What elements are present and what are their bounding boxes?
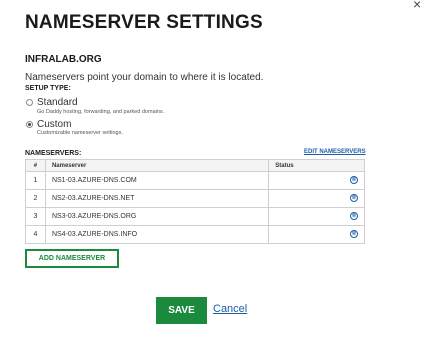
row-number: 2 bbox=[25, 189, 46, 208]
row-status: ⊗ bbox=[268, 207, 365, 226]
radio-standard-label: Standard bbox=[37, 97, 78, 108]
row-status: ⊗ bbox=[268, 189, 365, 208]
row-nameserver: NS2-03.AZURE-DNS.NET bbox=[44, 189, 270, 208]
radio-custom-control[interactable] bbox=[26, 121, 33, 128]
setup-type-label: SETUP TYPE: bbox=[25, 85, 71, 92]
radio-standard-sublabel: Go Daddy hosting, forwarding, and parked… bbox=[37, 109, 165, 115]
nameserver-table: # Nameserver Status 1 NS1-03.AZURE-DNS.C… bbox=[25, 159, 365, 244]
radio-standard[interactable]: Standard bbox=[26, 97, 78, 108]
domain-name: INFRALAB.ORG bbox=[25, 54, 102, 65]
row-status: ⊗ bbox=[268, 171, 365, 190]
dialog-description: Nameservers point your domain to where i… bbox=[25, 72, 264, 83]
table-row: 4 NS4-03.AZURE-DNS.INFO ⊗ bbox=[25, 225, 365, 244]
table-header-row: # Nameserver Status bbox=[25, 159, 365, 172]
column-header-status: Status bbox=[268, 159, 365, 172]
row-nameserver: NS4-03.AZURE-DNS.INFO bbox=[44, 225, 270, 244]
row-nameserver: NS1-03.AZURE-DNS.COM bbox=[44, 171, 270, 190]
nameservers-label: NAMESERVERS: bbox=[25, 150, 82, 157]
row-nameserver: NS3-03.AZURE-DNS.ORG bbox=[44, 207, 270, 226]
column-header-number: # bbox=[25, 159, 46, 172]
table-row: 1 NS1-03.AZURE-DNS.COM ⊗ bbox=[25, 171, 365, 190]
radio-custom-label: Custom bbox=[37, 119, 72, 130]
column-header-nameserver: Nameserver bbox=[44, 159, 270, 172]
remove-circle-icon[interactable]: ⊗ bbox=[350, 212, 358, 220]
row-status: ⊗ bbox=[268, 225, 365, 244]
remove-circle-icon[interactable]: ⊗ bbox=[350, 176, 358, 184]
edit-nameservers-link[interactable]: EDIT NAMESERVERS bbox=[304, 149, 366, 155]
table-row: 2 NS2-03.AZURE-DNS.NET ⊗ bbox=[25, 189, 365, 208]
table-row: 3 NS3-03.AZURE-DNS.ORG ⊗ bbox=[25, 207, 365, 226]
save-button[interactable]: SAVE bbox=[156, 297, 207, 324]
remove-circle-icon[interactable]: ⊗ bbox=[350, 230, 358, 238]
cancel-link[interactable]: Cancel bbox=[213, 303, 247, 315]
row-number: 3 bbox=[25, 207, 46, 226]
radio-standard-control[interactable] bbox=[26, 99, 33, 106]
radio-custom[interactable]: Custom bbox=[26, 119, 71, 130]
dialog-title: NAMESERVER SETTINGS bbox=[25, 12, 263, 33]
add-nameserver-button[interactable]: ADD NAMESERVER bbox=[25, 249, 119, 268]
row-number: 4 bbox=[25, 225, 46, 244]
close-icon[interactable]: × bbox=[413, 0, 421, 11]
row-number: 1 bbox=[25, 171, 46, 190]
remove-circle-icon[interactable]: ⊗ bbox=[350, 194, 358, 202]
radio-custom-sublabel: Customizable nameserver settings. bbox=[37, 130, 123, 136]
